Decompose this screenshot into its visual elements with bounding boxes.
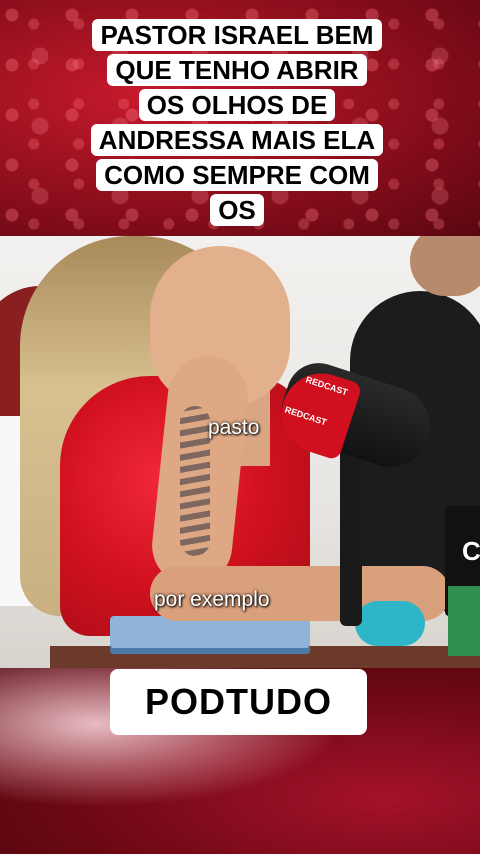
subtitle-1: pasto: [208, 416, 260, 439]
subtitle-2: por exemplo: [154, 588, 270, 611]
background-person-right-head: [410, 236, 480, 296]
top-caption-line-6: OS: [210, 194, 264, 226]
mic-stand: [340, 436, 362, 626]
top-caption-line-2: QUE TENHO ABRIR: [107, 54, 367, 86]
top-caption-line-3: OS OLHOS DE: [138, 89, 336, 121]
green-box: [448, 586, 480, 656]
book-stack: [110, 616, 310, 654]
top-caption-line-1: PASTOR ISRAEL BEM: [92, 19, 382, 51]
top-caption: PASTOR ISRAEL BEM QUE TENHO ABRIR OS OLH…: [89, 18, 385, 228]
arm-tattoo: [180, 406, 210, 556]
top-caption-line-4: ANDRESSA MAIS ELA: [90, 124, 384, 156]
top-caption-line-5: COMO SEMPRE COM: [96, 159, 378, 191]
laptop-glyph: C: [462, 536, 480, 566]
blue-fluffy-toy: [355, 601, 425, 646]
video-frame[interactable]: REDCAST REDCAST C pasto por exemplo: [0, 236, 480, 668]
bottom-caption: PODTUDO: [110, 669, 367, 735]
